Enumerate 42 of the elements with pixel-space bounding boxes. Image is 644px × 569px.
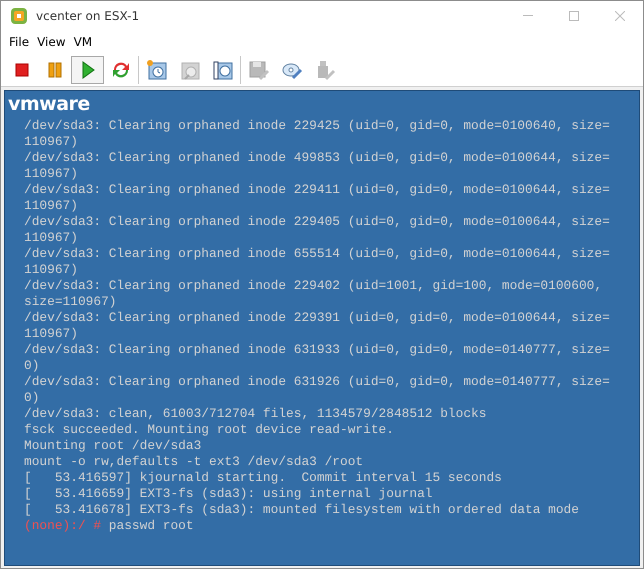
vmware-logo: vmware	[8, 93, 90, 115]
floppy-disk-icon	[248, 58, 270, 80]
console-line: /dev/sda3: Clearing orphaned inode 499853 (uid=0, gid=0, mode=0100644, size=	[24, 150, 611, 166]
window-title: vcenter on ESX-1	[36, 9, 140, 23]
console-line: 110967)	[24, 326, 79, 342]
console-line: /dev/sda3: Clearing orphaned inode 655514 (uid=0, gid=0, mode=0100644, size=	[24, 246, 611, 262]
console-line: /dev/sda3: Clearing orphaned inode 229391 (uid=0, gid=0, mode=0100644, size=	[24, 310, 611, 326]
menu-item[interactable]: VM	[70, 35, 96, 49]
console-line: [ 53.416597] kjournald starting. Commit interval 15 seconds	[24, 470, 503, 486]
console-line: 110967)	[24, 230, 79, 246]
console-line: fsck succeeded. Mounting root device read-write.	[24, 422, 395, 438]
console-line: 110967)	[24, 166, 79, 182]
console-line: 110967)	[24, 262, 79, 278]
menu-item[interactable]: File	[5, 35, 34, 49]
console-line: /dev/sda3: Clearing orphaned inode 631926 (uid=0, gid=0, mode=0140777, size=	[24, 374, 611, 390]
console-line: size=110967)	[24, 294, 118, 310]
pause-icon	[48, 62, 62, 78]
play-icon	[80, 60, 94, 78]
console-line: [ 53.416659] EXT3-fs (sda3): using internal journal	[24, 486, 434, 502]
toolbar-button[interactable]	[71, 56, 104, 84]
maximize-icon	[569, 11, 579, 21]
console-line: 110967)	[24, 134, 79, 150]
close-icon	[615, 11, 625, 21]
console-line: /dev/sda3: Clearing orphaned inode 229405 (uid=0, gid=0, mode=0100644, size=	[24, 214, 611, 230]
console-line: 0)	[24, 358, 40, 374]
console-line: Mounting root /dev/sda3	[24, 438, 202, 454]
stop-icon	[14, 62, 28, 76]
menu-item[interactable]: View	[33, 35, 70, 49]
console-line: /dev/sda3: Clearing orphaned inode 229402 (uid=1001, gid=100, mode=0100600,	[24, 278, 604, 294]
refresh-icon	[110, 60, 130, 80]
console-line: /dev/sda3: Clearing orphaned inode 229411 (uid=0, gid=0, mode=0100644, size=	[24, 182, 611, 198]
console-line: /dev/sda3: clean, 61003/712704 files, 1134579/2848512 blocks	[24, 406, 488, 422]
console-line: mount -o rw,defaults -t ext3 /dev/sda3 /root	[24, 454, 364, 470]
console-screen[interactable]	[4, 90, 640, 566]
console-line: [ 53.416678] EXT3-fs (sda3): mounted filesystem with ordered data mode	[24, 502, 580, 518]
console-line: 110967)	[24, 198, 79, 214]
console-line: /dev/sda3: Clearing orphaned inode 229425 (uid=0, gid=0, mode=0100640, size=	[24, 118, 611, 134]
minimize-icon	[523, 15, 533, 17]
app-logo-icon	[10, 7, 28, 25]
console-line: 0)	[24, 390, 40, 406]
console-line: /dev/sda3: Clearing orphaned inode 631933 (uid=0, gid=0, mode=0140777, size=	[24, 342, 611, 358]
console-prompt-line: (none):/ # passwd root	[24, 518, 195, 534]
